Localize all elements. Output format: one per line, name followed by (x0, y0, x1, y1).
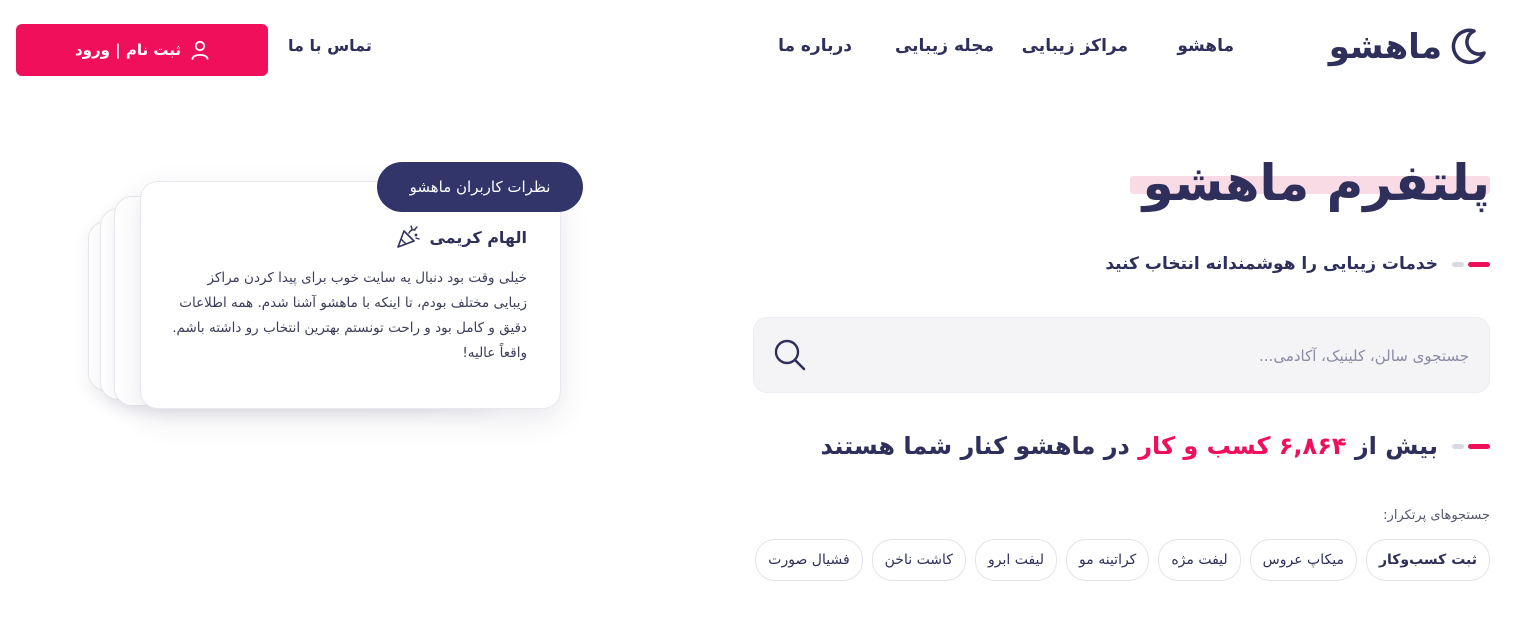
accent-dash (1452, 261, 1490, 267)
nav-item-about-us[interactable]: درباره ما (778, 36, 852, 56)
subtitle-row: خدمات زیبایی را هوشمندانه انتخاب کنید (1105, 254, 1490, 274)
nav-item-mahshow[interactable]: ماهشو (1177, 36, 1234, 56)
chip-facial[interactable]: فشیال صورت (755, 539, 863, 581)
accent-dash (1452, 443, 1490, 449)
user-icon (191, 40, 209, 60)
logo[interactable]: ماهشو (1329, 24, 1488, 70)
stats-text: بیش از ۶,۸۶۴ کسب و کار در ماهشو کنار شما… (821, 432, 1438, 460)
chip-register-business[interactable]: ثبت کسب‌وکار (1365, 539, 1490, 581)
chip-bridal-makeup[interactable]: میکاپ عروس (1249, 539, 1357, 581)
subtitle: خدمات زیبایی را هوشمندانه انتخاب کنید (1105, 254, 1438, 274)
login-register-button[interactable]: ثبت نام | ورود (16, 24, 268, 76)
chip-lash-lift[interactable]: لیفت مژه (1158, 539, 1241, 581)
nav-item-beauty-magazine[interactable]: مجله زیبایی (895, 36, 994, 56)
testimonial-card: الهام کریمی خیلی وقت بود دنبال یه سایت خ… (140, 181, 561, 409)
testimonial-badge: نظرات کاربران ماهشو (377, 162, 583, 212)
stats-suffix: در ماهشو کنار شما هستند (820, 432, 1130, 460)
stats-row: بیش از ۶,۸۶۴ کسب و کار در ماهشو کنار شما… (821, 432, 1490, 460)
frequent-searches-list: ثبت کسب‌وکار میکاپ عروس لیفت مژه کراتینه… (753, 539, 1490, 581)
page-title: پلتفرم ماهشو (1142, 154, 1490, 212)
testimonial-name: الهام کریمی (429, 227, 527, 247)
search-input[interactable] (907, 338, 1471, 374)
testimonial-author: الهام کریمی (395, 224, 527, 250)
chip-nail-extension[interactable]: کاشت ناخن (871, 539, 966, 581)
chip-hair-keratin[interactable]: کراتینه مو (1066, 539, 1150, 581)
search-icon[interactable] (772, 337, 808, 373)
testimonial-text: خیلی وقت بود دنبال یه سایت خوب برای پیدا… (172, 270, 527, 361)
stats-prefix: بیش از (1354, 432, 1438, 460)
stats-count: ۶,۸۶۴ (1278, 432, 1347, 460)
contact-us-link[interactable]: تماس با ما (288, 36, 372, 55)
party-popper-icon (397, 225, 421, 248)
chip-brow-lift[interactable]: لیفت ابرو (974, 539, 1058, 581)
login-register-label: ثبت نام | ورود (74, 41, 182, 59)
crescent-moon-icon (1451, 28, 1486, 65)
stats-highlight: کسب و کار (1138, 432, 1271, 460)
search-box (753, 317, 1490, 393)
frequent-searches-label: جستجوهای پرتکرار: (1383, 508, 1490, 523)
hero: پلتفرم ماهشو (1110, 148, 1490, 238)
logo-text: ماهشو (1328, 27, 1443, 67)
nav-item-beauty-centers[interactable]: مراکز زیبایی (1022, 36, 1128, 56)
